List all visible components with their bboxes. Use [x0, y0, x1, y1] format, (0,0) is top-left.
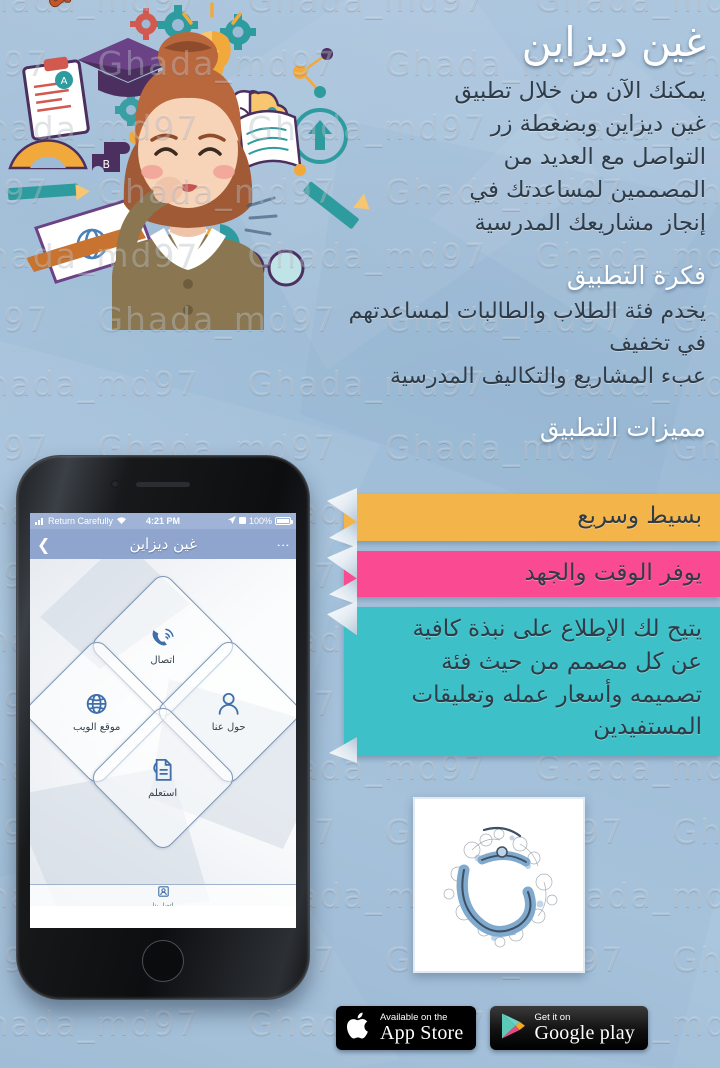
- home-button[interactable]: [142, 940, 184, 982]
- diamond-menu-grid: اتصال موقع الويب حول عنا استعلم: [30, 571, 296, 853]
- google-play-icon: [500, 1012, 526, 1044]
- overflow-menu-icon[interactable]: ⋮: [275, 536, 290, 552]
- clock-label: 4:21 PM: [146, 516, 181, 526]
- watermark-text: Ghada_md97: [535, 0, 720, 19]
- app-store-text: Available on the App Store: [380, 1013, 463, 1043]
- brand-logo-card: [413, 797, 585, 973]
- feature-ribbon: يتيح لك الإطلاع على نبذة كافية عن كل مصم…: [344, 607, 720, 756]
- app-nav-bar: ⋮ غين ديزاين ❮: [30, 529, 296, 559]
- feature-text: بسيط وسريع: [577, 503, 702, 529]
- app-store-title: App Store: [380, 1021, 464, 1044]
- intro-paragraph: يمكنك الآن من خلال تطبيق غين ديزاين وبضغ…: [334, 75, 706, 240]
- phone-earpiece: [136, 482, 190, 487]
- tab-contact[interactable]: اتصل بنا: [153, 882, 173, 906]
- google-play-badge[interactable]: Get it on Google play: [490, 1006, 648, 1050]
- location-arrow-icon: [227, 516, 236, 526]
- idea-heading: فكرة التطبيق: [566, 260, 706, 290]
- google-play-text: Get it on Google play: [534, 1013, 635, 1043]
- status-bar: Return Carefully 4:21 PM 100%: [30, 513, 296, 529]
- signal-bars-icon: [35, 517, 45, 525]
- app-tab-bar: اتصل بنا: [30, 884, 296, 906]
- intro-line: إنجاز مشاريعك المدرسية: [474, 210, 706, 237]
- app-home-screen: اتصال موقع الويب حول عنا استعلم اتصل بنا: [30, 559, 296, 906]
- status-bar-right: 100%: [180, 516, 294, 526]
- molecule-node: [321, 48, 333, 60]
- intro-line: التواصل مع العديد من: [503, 144, 706, 171]
- feature-ribbon: يوفر الوقت والجهد: [344, 550, 720, 598]
- menu-tile-label: موقع الويب: [73, 721, 121, 733]
- intro-line: غين ديزاين وبضغطة زر: [490, 111, 706, 138]
- intro-line: يمكنك الآن من خلال تطبيق: [454, 78, 706, 105]
- idea-line: يخدم فئة الطلاب والطالبات لمساعدتهم في ت…: [348, 298, 706, 357]
- intro-line: المصممين لمساعدتك في: [469, 177, 706, 204]
- phone-icon: [150, 627, 176, 652]
- svg-text:B: B: [102, 158, 110, 171]
- carrier-label: Return Carefully: [48, 516, 114, 526]
- poster-canvas: A B A: [0, 0, 720, 1068]
- menu-tile-label: حول عنا: [212, 721, 246, 733]
- globe-icon: [85, 692, 109, 719]
- feature-ribbon: بسيط وسريع: [344, 494, 720, 541]
- molecule-node: [293, 65, 307, 79]
- tab-label: اتصل بنا: [152, 902, 174, 906]
- features-list: بسيط وسريع يوفر الوقت والجهد يتيح لك الإ…: [344, 494, 720, 766]
- phone-camera: [111, 480, 119, 488]
- app-nav-title: غين ديزاين: [129, 535, 197, 553]
- contact-card-icon: [157, 882, 169, 901]
- arabic-calligraphy-logo: [443, 826, 558, 948]
- vertical-tagline: هل أتعبتك كثرة المشاريع؟: [0, 0, 77, 330]
- menu-tile-label: استعلم: [148, 787, 178, 799]
- dot-decoration: [294, 164, 306, 176]
- document-icon: [152, 758, 174, 785]
- features-heading: مميزات التطبيق: [539, 413, 706, 443]
- idea-paragraph: يخدم فئة الطلاب والطالبات لمساعدتهم في ت…: [334, 296, 706, 394]
- idea-line: عبء المشاريع والتكاليف المدرسية: [390, 363, 706, 389]
- copy-block: غين ديزاين يمكنك الآن من خلال تطبيق غين …: [334, 18, 706, 448]
- google-play-title: Google play: [534, 1021, 635, 1044]
- app-store-badge[interactable]: Available on the App Store: [336, 1006, 477, 1050]
- vertical-tagline-text: هل أتعبتك كثرة المشاريع؟: [46, 0, 77, 8]
- status-bar-left: Return Carefully: [35, 516, 146, 527]
- battery-icon: [275, 517, 294, 525]
- feature-text: يتيح لك الإطلاع على نبذة كافية عن كل مصم…: [411, 616, 702, 741]
- apple-icon: [346, 1011, 372, 1045]
- alarm-icon: [238, 516, 246, 526]
- phone-mockup: Return Carefully 4:21 PM 100% ⋮ غين ديزا…: [16, 455, 310, 1000]
- page-title: غين ديزاين: [521, 18, 706, 66]
- molecule-node: [314, 86, 326, 98]
- feature-text: يوفر الوقت والجهد: [524, 559, 702, 586]
- phone-screen: Return Carefully 4:21 PM 100% ⋮ غين ديزا…: [30, 513, 296, 928]
- person-icon: [218, 692, 240, 719]
- menu-tile-label: اتصال: [150, 654, 176, 666]
- gear-icon: [130, 8, 162, 40]
- chevron-back-icon[interactable]: ❮: [37, 535, 50, 554]
- puzzle-icon: B: [92, 142, 130, 172]
- store-badges: Available on the App Store Get it on Goo…: [336, 1006, 648, 1050]
- wifi-icon: [116, 516, 127, 527]
- battery-percent-label: 100%: [248, 516, 273, 526]
